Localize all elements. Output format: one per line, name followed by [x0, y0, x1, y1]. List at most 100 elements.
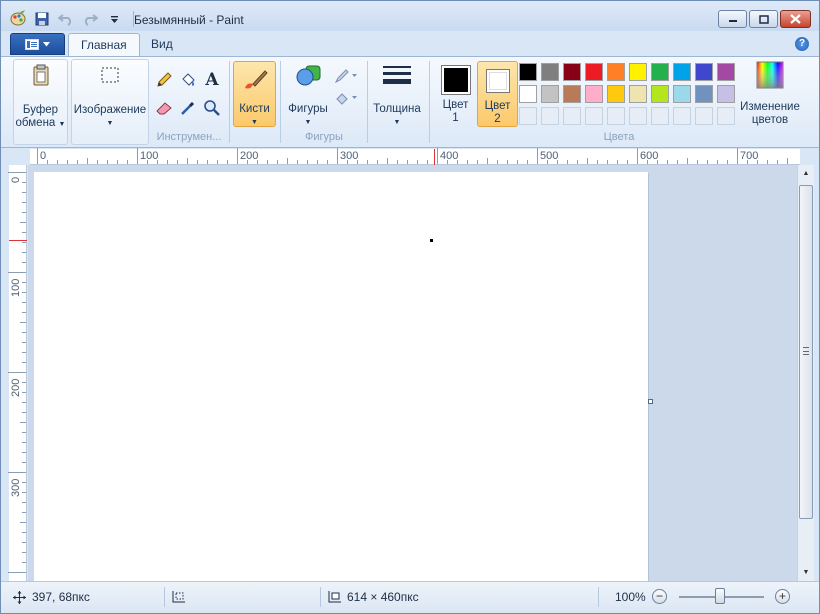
palette-swatch[interactable]	[673, 63, 691, 81]
image-button-label: Изображение	[73, 104, 147, 116]
ruler-tick	[317, 160, 318, 164]
zoom-in-button[interactable]: +	[775, 589, 790, 604]
chevron-down-icon: ▼	[304, 119, 312, 126]
minimize-button[interactable]	[718, 10, 747, 28]
palette-swatch[interactable]	[607, 85, 625, 103]
palette-swatch-empty[interactable]	[695, 107, 713, 125]
color-picker-button[interactable]	[177, 97, 199, 119]
palette-swatch[interactable]	[717, 85, 735, 103]
palette-swatch-empty[interactable]	[563, 107, 581, 125]
paint-app-icon[interactable]	[10, 10, 26, 26]
shape-fill-button[interactable]	[333, 87, 359, 109]
edit-colors-label-line2: цветов	[751, 114, 789, 126]
palette-swatch[interactable]	[585, 85, 603, 103]
palette-swatch[interactable]	[519, 85, 537, 103]
image-button[interactable]: Изображение ▼	[72, 62, 148, 130]
palette-swatch[interactable]	[629, 63, 647, 81]
canvas-resize-handle[interactable]	[648, 399, 653, 404]
scroll-thumb[interactable]	[799, 185, 813, 519]
brushes-group: Кисти ▼	[233, 59, 277, 145]
palette-swatch[interactable]	[629, 85, 647, 103]
ruler-label: 100	[140, 150, 159, 162]
palette-swatch[interactable]	[519, 63, 537, 81]
zoom-slider-thumb[interactable]	[715, 588, 725, 604]
color2-button[interactable]: Цвет 2	[477, 61, 518, 127]
palette-swatch[interactable]	[541, 85, 559, 103]
grip-icon	[803, 347, 809, 355]
vertical-scrollbar[interactable]: ▲ ▼	[797, 165, 814, 581]
ruler-tick	[22, 212, 26, 213]
palette-swatch[interactable]	[541, 63, 559, 81]
chevron-down-icon: ▼	[393, 119, 401, 126]
palette-swatch[interactable]	[673, 85, 691, 103]
palette-swatch[interactable]	[695, 85, 713, 103]
zoom-level: 100%	[615, 582, 646, 612]
ruler-tick	[22, 302, 26, 303]
palette-swatch-empty[interactable]	[585, 107, 603, 125]
paint-menu-button[interactable]	[10, 33, 65, 55]
color1-label-line1: Цвет	[442, 99, 469, 111]
size-button[interactable]: Толщина ▼	[369, 61, 425, 129]
ruler-tick	[22, 562, 26, 563]
palette-swatch-empty[interactable]	[673, 107, 691, 125]
palette-swatch[interactable]	[717, 63, 735, 81]
shapes-button[interactable]: Фигуры ▼	[283, 61, 333, 129]
help-button[interactable]: ?	[795, 37, 809, 51]
ruler-tick	[737, 148, 738, 164]
ruler-tick	[677, 160, 678, 164]
magnifier-button[interactable]	[201, 97, 223, 119]
palette-swatch-empty[interactable]	[541, 107, 559, 125]
palette-swatch[interactable]	[607, 63, 625, 81]
palette-swatch-empty[interactable]	[629, 107, 647, 125]
ruler-corner	[9, 149, 30, 165]
title-bar: Безымянный - Paint	[1, 1, 819, 31]
scroll-up-button[interactable]: ▲	[798, 165, 814, 182]
scroll-down-button[interactable]: ▼	[798, 564, 814, 581]
redo-button[interactable]	[81, 11, 99, 27]
brushes-button[interactable]: Кисти ▼	[233, 61, 276, 127]
palette-swatch[interactable]	[651, 85, 669, 103]
tab-home[interactable]: Главная	[68, 33, 140, 57]
menu-icon	[25, 38, 39, 50]
palette-swatch-empty[interactable]	[717, 107, 735, 125]
clipboard-button[interactable]: Буфер обмена ▼	[14, 62, 67, 131]
ruler-tick	[8, 172, 26, 173]
chevron-down-icon: ▼	[106, 120, 114, 127]
color1-button[interactable]: Цвет 1	[435, 61, 476, 127]
ruler-tick	[477, 160, 478, 164]
maximize-button[interactable]	[749, 10, 778, 28]
pencil-button[interactable]	[153, 69, 175, 91]
chevron-down-icon: ▼	[58, 121, 66, 128]
ruler-tick	[437, 148, 438, 164]
eraser-button[interactable]	[153, 97, 175, 119]
zoom-out-button[interactable]: −	[652, 589, 667, 604]
fill-button[interactable]	[177, 69, 199, 91]
palette-swatch[interactable]	[563, 63, 581, 81]
cursor-position-text: 397, 68пкс	[32, 590, 90, 604]
customize-qat-button[interactable]	[105, 11, 123, 27]
close-button[interactable]	[780, 10, 811, 28]
cursor-position: 397, 68пкс	[13, 582, 90, 612]
ruler-tick	[327, 160, 328, 164]
undo-button[interactable]	[57, 11, 75, 27]
status-divider	[164, 587, 165, 607]
palette-swatch[interactable]	[563, 85, 581, 103]
ruler-tick	[22, 402, 26, 403]
edit-colors-button[interactable]: Изменение цветов	[737, 61, 803, 127]
drawing-canvas[interactable]	[34, 172, 648, 582]
ruler-tick	[22, 202, 26, 203]
ruler-tick	[697, 160, 698, 164]
palette-swatch-empty[interactable]	[607, 107, 625, 125]
tab-view[interactable]: Вид	[139, 33, 185, 57]
ruler-tick	[337, 148, 338, 164]
magnifier-icon	[204, 100, 220, 116]
text-button[interactable]: A	[201, 69, 223, 91]
status-divider	[320, 587, 321, 607]
save-button[interactable]	[33, 11, 51, 27]
palette-swatch-empty[interactable]	[651, 107, 669, 125]
palette-swatch-empty[interactable]	[519, 107, 537, 125]
palette-swatch[interactable]	[695, 63, 713, 81]
palette-swatch[interactable]	[651, 63, 669, 81]
outline-button[interactable]	[333, 65, 359, 87]
palette-swatch[interactable]	[585, 63, 603, 81]
